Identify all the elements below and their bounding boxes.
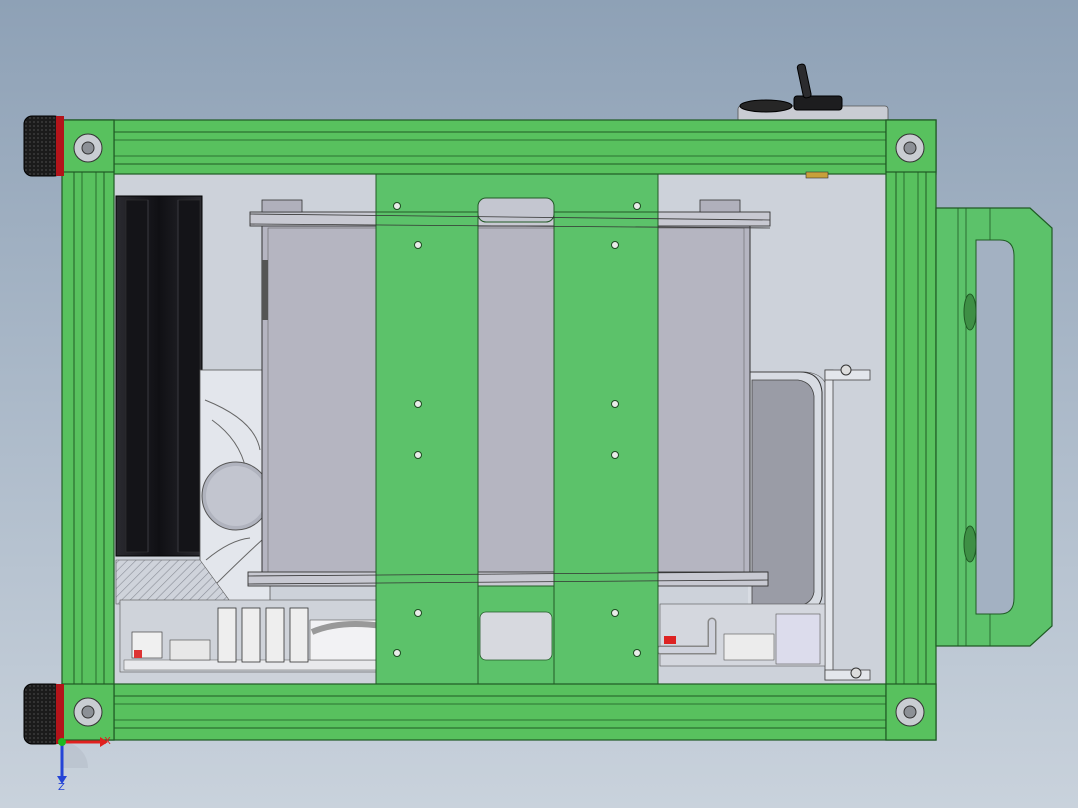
rear-fan [115,195,203,557]
power-switch[interactable] [737,63,889,123]
y-axis-dot [58,738,66,746]
axis-triad: X Z [57,736,111,793]
side-handle[interactable] [935,207,1053,647]
x-axis-label: X [104,736,111,747]
frame-bottom-rail [61,683,937,741]
frame-right-post [885,119,937,741]
cad-assembly-drawing: X Z [23,63,1053,793]
z-axis-label: Z [58,782,65,793]
gpu-box [247,197,771,587]
cpu-cooler-fan [199,369,271,603]
frame-left-post [61,119,115,741]
cad-viewport[interactable]: X Z [0,0,1078,808]
rubber-feet [23,115,64,745]
frame-top-rail [61,119,937,175]
usb-connector [805,171,829,179]
